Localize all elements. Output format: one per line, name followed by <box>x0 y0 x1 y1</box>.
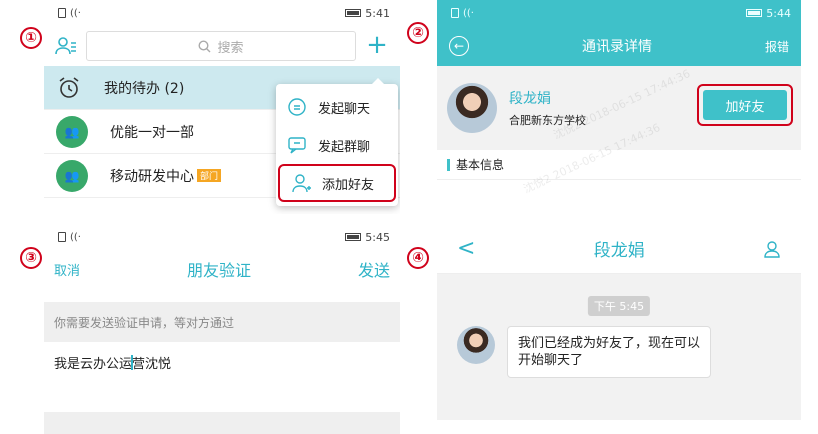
user-profile-icon[interactable] <box>763 240 781 258</box>
sim-icon <box>451 8 459 18</box>
menu-item-start-chat[interactable]: 发起聊天 <box>276 88 398 126</box>
add-menu-popup: 发起聊天 发起群聊 添加好友 <box>276 78 398 206</box>
input-text-after: 营沈悦 <box>132 356 172 372</box>
sim-icon <box>58 8 66 18</box>
status-time: 5:45 <box>365 230 390 244</box>
list-item-label: 移动研发中心 部门 <box>110 166 222 186</box>
wifi-icon: ((· <box>70 7 81 19</box>
send-button[interactable]: 发送 <box>358 257 390 281</box>
plus-icon[interactable]: + <box>364 32 390 59</box>
avatar[interactable] <box>457 326 495 364</box>
department-badge: 部门 <box>197 168 222 182</box>
battery-icon <box>345 233 362 241</box>
add-user-icon <box>292 174 311 193</box>
menu-item-add-friend[interactable]: 添加好友 <box>278 164 396 202</box>
status-bar: ((· 5:41 <box>44 0 400 26</box>
page-title: 段龙娟 <box>593 241 645 261</box>
search-icon <box>198 39 211 52</box>
menu-item-group-chat[interactable]: 发起群聊 <box>276 126 398 164</box>
footer-bar <box>44 412 400 434</box>
avatar <box>447 83 497 133</box>
page-title: 朋友验证 <box>186 261 251 280</box>
title-bar: < 段龙娟 <box>437 224 801 274</box>
status-bar: ((· 5:45 <box>44 224 400 250</box>
step-1-marker: ① <box>20 27 42 49</box>
chat-icon <box>288 98 306 116</box>
page-title: 通讯录详情 <box>581 39 652 55</box>
search-row: 搜索 + <box>44 26 400 66</box>
status-time: 5:44 <box>766 6 791 20</box>
wifi-icon: ((· <box>70 231 81 243</box>
section-marker <box>447 158 450 171</box>
step-2-marker: ② <box>407 22 429 44</box>
cancel-button[interactable]: 取消 <box>54 260 80 279</box>
title-bar: 取消 朋友验证 发送 <box>44 250 400 288</box>
step-3-marker: ③ <box>20 247 42 269</box>
section-header: 基本信息 沈悦2 2018-06-15 17:44:36 <box>437 121 801 196</box>
search-input[interactable]: 搜索 <box>86 31 356 61</box>
menu-item-label: 发起聊天 <box>318 101 371 117</box>
group-avatar-icon: 👥 <box>56 159 88 192</box>
message-row: 我们已经成为好友了，现在可以开始聊天了 <box>457 326 711 378</box>
chat-screen: < 段龙娟 下午 5:45 我们已经成为好友了，现在可以开始聊天了 <box>437 224 801 420</box>
title-bar: ← 通讯录详情 报错 <box>437 26 801 66</box>
add-friend-highlight: 加好友 <box>697 84 793 126</box>
verify-hint: 你需要发送验证申请，等对方通过 <box>44 302 400 342</box>
menu-item-label: 添加好友 <box>322 177 375 193</box>
group-chat-icon <box>288 137 306 154</box>
back-icon[interactable]: ← <box>449 36 469 56</box>
sim-icon <box>58 232 66 242</box>
contacts-screen: ((· 5:41 搜索 + 我的待办 (2) 👥 优能一对一部 👥 移动研发中心… <box>44 0 400 214</box>
status-bar: ((· 5:44 <box>437 0 801 26</box>
message-bubble[interactable]: 我们已经成为好友了，现在可以开始聊天了 <box>507 326 711 378</box>
list-item-label: 优能一对一部 <box>110 124 194 141</box>
detail-header: ((· 5:44 ← 通讯录详情 报错 <box>437 0 801 66</box>
battery-icon <box>345 9 362 17</box>
message-timestamp: 下午 5:45 <box>587 296 651 316</box>
group-avatar-icon: 👥 <box>56 115 88 148</box>
alarm-clock-icon <box>59 76 79 98</box>
battery-icon <box>746 9 763 17</box>
contact-detail-screen: ((· 5:44 ← 通讯录详情 报错 段龙娟 合肥新东方学校 沈悦2 2018… <box>437 0 801 214</box>
menu-item-label: 发起群聊 <box>318 139 371 155</box>
report-error-button[interactable]: 报错 <box>765 38 789 55</box>
friend-verify-screen: ((· 5:45 取消 朋友验证 发送 你需要发送验证申请，等对方通过 我是云办… <box>44 224 400 434</box>
search-placeholder: 搜索 <box>217 40 244 56</box>
contacts-menu-icon[interactable] <box>54 34 78 58</box>
chat-area: 下午 5:45 我们已经成为好友了，现在可以开始聊天了 <box>437 274 801 420</box>
wifi-icon: ((· <box>463 7 474 19</box>
step-4-marker: ④ <box>407 247 429 269</box>
add-friend-button[interactable]: 加好友 <box>703 90 787 120</box>
status-time: 5:41 <box>365 6 390 20</box>
verify-message-input[interactable]: 我是云办公运 营沈悦 <box>44 342 400 382</box>
section-title: 基本信息 <box>456 158 505 172</box>
list-item-label: 我的待办 (2) <box>104 80 185 97</box>
contact-name: 段龙娟 <box>509 91 551 107</box>
back-icon[interactable]: < <box>457 236 475 261</box>
input-text-before: 我是云办公运 <box>54 356 133 372</box>
